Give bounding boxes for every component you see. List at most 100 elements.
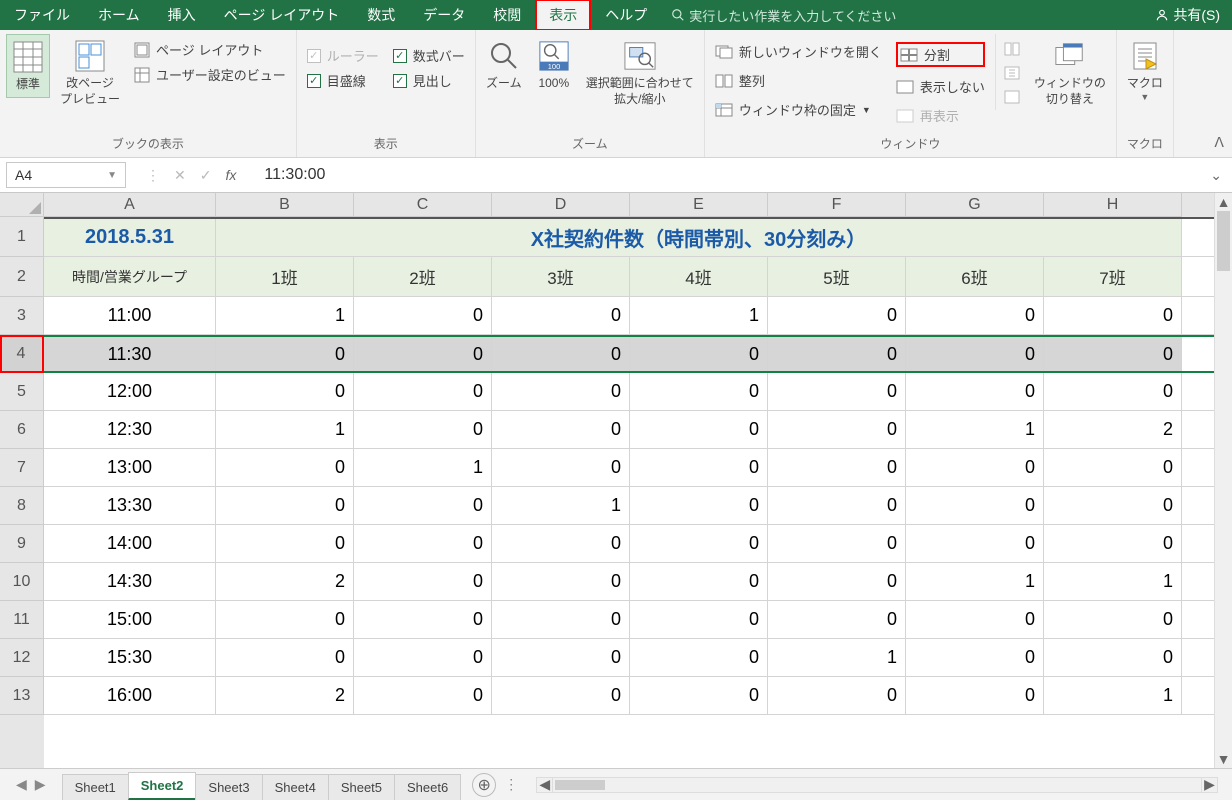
cell[interactable]: 0 [906, 487, 1044, 524]
cell[interactable]: 3班 [492, 257, 630, 296]
custom-views-button[interactable]: ユーザー設定のビュー [134, 65, 286, 84]
macros-button[interactable]: マクロ ▼ [1123, 34, 1167, 106]
select-all-button[interactable] [0, 193, 44, 217]
cell[interactable]: 0 [492, 639, 630, 676]
cell[interactable]: 0 [630, 337, 768, 371]
enter-icon[interactable]: ✓ [200, 167, 212, 184]
new-window-button[interactable]: 新しいウィンドウを開く [715, 42, 882, 61]
cell[interactable]: 0 [492, 411, 630, 448]
cell[interactable]: 1班 [216, 257, 354, 296]
row-header[interactable]: 9 [0, 525, 44, 563]
column-header[interactable]: D [492, 193, 630, 217]
cell[interactable]: 0 [630, 525, 768, 562]
formula-more-icon[interactable]: ⋮ [146, 167, 160, 184]
cell[interactable]: 0 [768, 677, 906, 714]
zoom-button[interactable]: ズーム [482, 34, 526, 96]
cell[interactable]: 2 [216, 677, 354, 714]
cell[interactable]: 2018.5.31 [44, 219, 216, 256]
headings-checkbox[interactable]: ✓ 見出し [393, 71, 465, 90]
cell[interactable]: 12:00 [44, 373, 216, 410]
cell[interactable]: 1 [354, 449, 492, 486]
cell[interactable]: 4班 [630, 257, 768, 296]
sheet-tab[interactable]: Sheet4 [262, 774, 329, 800]
sheet-nav-prev-icon[interactable]: ◀ [16, 776, 27, 793]
cell[interactable]: 0 [354, 411, 492, 448]
sheet-tab[interactable]: Sheet3 [195, 774, 262, 800]
cell[interactable]: 0 [216, 601, 354, 638]
cell[interactable]: 0 [354, 487, 492, 524]
zoom-100-button[interactable]: 100 100% [532, 34, 576, 96]
expand-formula-bar-button[interactable]: ⌄ [1200, 167, 1232, 184]
cell[interactable]: 0 [492, 337, 630, 371]
cell[interactable]: 1 [492, 487, 630, 524]
cell[interactable]: 13:00 [44, 449, 216, 486]
row-header[interactable]: 8 [0, 487, 44, 525]
cell[interactable]: 1 [906, 411, 1044, 448]
cell[interactable]: 0 [354, 297, 492, 334]
cell[interactable]: 12:30 [44, 411, 216, 448]
cell[interactable]: 16:00 [44, 677, 216, 714]
cell[interactable]: 7班 [1044, 257, 1182, 296]
cell[interactable]: 0 [768, 449, 906, 486]
cell[interactable]: 0 [630, 677, 768, 714]
reset-window-icon[interactable] [1004, 90, 1020, 104]
arrange-button[interactable]: 整列 [715, 71, 882, 90]
cell[interactable]: 0 [630, 487, 768, 524]
sheet-nav-next-icon[interactable]: ▶ [35, 776, 46, 793]
cell[interactable]: 0 [354, 639, 492, 676]
tab-review[interactable]: 校閲 [479, 0, 535, 31]
tab-formulas[interactable]: 数式 [353, 0, 409, 31]
page-break-preview-button[interactable]: 改ページ プレビュー [56, 34, 124, 111]
cell[interactable]: 0 [216, 525, 354, 562]
cell[interactable]: 1 [216, 297, 354, 334]
cell[interactable]: 2班 [354, 257, 492, 296]
cell[interactable]: 14:00 [44, 525, 216, 562]
cell[interactable]: 1 [768, 639, 906, 676]
tab-data[interactable]: データ [409, 0, 479, 31]
cell[interactable]: 0 [630, 373, 768, 410]
cell[interactable]: 0 [768, 411, 906, 448]
formula-input[interactable]: 11:30:00 [250, 166, 1200, 184]
cell[interactable]: 0 [1044, 487, 1182, 524]
cell[interactable]: 0 [216, 449, 354, 486]
column-header[interactable]: A [44, 193, 216, 217]
tab-page-layout[interactable]: ページ レイアウト [210, 0, 354, 31]
row-header[interactable]: 5 [0, 373, 44, 411]
page-layout-view-button[interactable]: ページ レイアウト [134, 40, 286, 59]
cell[interactable]: 0 [630, 639, 768, 676]
cell[interactable]: 0 [906, 297, 1044, 334]
cell[interactable]: 0 [1044, 601, 1182, 638]
hide-button[interactable]: 表示しない [896, 77, 985, 96]
cell[interactable]: 14:30 [44, 563, 216, 600]
sheet-tabs-more-icon[interactable]: ⋮ [504, 776, 516, 793]
cell[interactable]: 0 [768, 297, 906, 334]
cell[interactable]: 15:00 [44, 601, 216, 638]
cell[interactable]: 0 [216, 639, 354, 676]
sheet-tab[interactable]: Sheet6 [394, 774, 461, 800]
row-header[interactable]: 7 [0, 449, 44, 487]
row-header[interactable]: 10 [0, 563, 44, 601]
sheet-tab[interactable]: Sheet2 [128, 772, 197, 800]
cells-area[interactable]: 2018.5.31X社契約件数（時間帯別、30分刻み）時間/営業グループ1班2班… [44, 217, 1214, 768]
cell[interactable]: 0 [906, 525, 1044, 562]
scroll-down-icon[interactable]: ▼ [1215, 750, 1232, 768]
zoom-to-selection-button[interactable]: 選択範囲に合わせて 拡大/縮小 [582, 34, 698, 111]
row-header[interactable]: 3 [0, 297, 44, 335]
cell[interactable]: 11:00 [44, 297, 216, 334]
column-header[interactable]: C [354, 193, 492, 217]
cell[interactable]: 6班 [906, 257, 1044, 296]
tell-me-search[interactable]: 実行したい作業を入力してください [671, 6, 896, 25]
switch-windows-button[interactable]: ウィンドウの 切り替え [1030, 34, 1110, 111]
column-header[interactable]: G [906, 193, 1044, 217]
cancel-icon[interactable]: ✕ [174, 167, 186, 184]
hscroll-thumb[interactable] [555, 780, 605, 790]
cell[interactable]: 0 [1044, 525, 1182, 562]
cell[interactable]: 0 [630, 411, 768, 448]
gridlines-checkbox[interactable]: ✓ 目盛線 [307, 71, 379, 90]
column-header[interactable]: E [630, 193, 768, 217]
tab-help[interactable]: ヘルプ [591, 0, 661, 31]
scroll-right-icon[interactable]: ▶ [1201, 778, 1217, 792]
view-side-by-side-icon[interactable] [1004, 42, 1020, 56]
normal-view-button[interactable]: 標準 [6, 34, 50, 98]
sheet-tab[interactable]: Sheet1 [62, 774, 129, 800]
